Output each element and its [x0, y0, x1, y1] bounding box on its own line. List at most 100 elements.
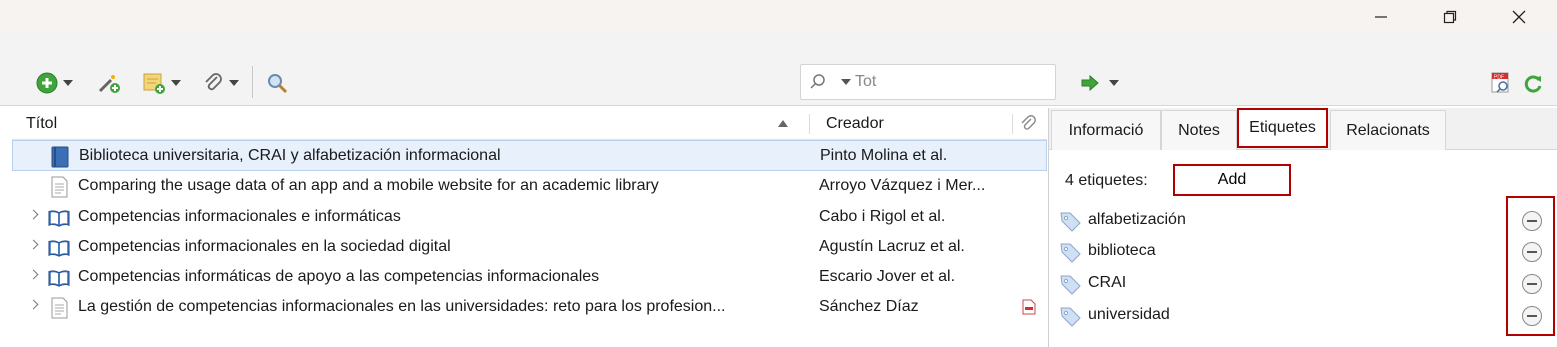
- sort-ascending-icon: [778, 120, 788, 127]
- column-attachments-header[interactable]: [1020, 115, 1036, 138]
- chevron-down-icon: [171, 80, 181, 86]
- column-divider[interactable]: [1012, 114, 1013, 134]
- expand-chevron-icon[interactable]: [28, 299, 39, 310]
- title-bar: [0, 0, 1557, 34]
- tag-label: biblioteca: [1088, 242, 1156, 259]
- expand-chevron-icon[interactable]: [28, 269, 39, 280]
- item-title: La gestión de competencias informacional…: [78, 298, 726, 315]
- open-book-icon: [48, 270, 70, 287]
- minus-icon: [1527, 315, 1537, 317]
- tag-item[interactable]: alfabetización: [1059, 206, 1549, 236]
- plus-circle-icon: [36, 72, 58, 94]
- magic-wand-icon: [98, 75, 120, 93]
- item-title: Comparing the usage data of an app and a…: [78, 177, 659, 194]
- table-row[interactable]: Competencias informáticas de apoyo a las…: [12, 262, 1047, 293]
- tab-info[interactable]: Informació: [1051, 110, 1161, 150]
- item-creator: Escario Jover et al.: [819, 268, 956, 285]
- chevron-down-icon: [63, 80, 73, 86]
- tab-related[interactable]: Relacionats: [1330, 110, 1446, 150]
- add-attachment-button[interactable]: [202, 70, 239, 96]
- svg-text:PDF: PDF: [1494, 75, 1504, 81]
- chevron-down-icon: [1109, 80, 1119, 86]
- table-row[interactable]: Competencias informacionales e informáti…: [12, 202, 1047, 233]
- remove-tag-buttons-group: [1506, 196, 1555, 336]
- item-title: Biblioteca universitaria, CRAI y alfabet…: [79, 147, 501, 164]
- remove-tag-button[interactable]: [1522, 211, 1542, 231]
- tags-count-label: 4 etiquetes:: [1065, 172, 1148, 189]
- add-tag-button[interactable]: Add: [1173, 164, 1291, 196]
- minus-icon: [1527, 251, 1537, 253]
- table-row[interactable]: Comparing the usage data of an app and a…: [12, 171, 1047, 202]
- open-book-icon: [48, 240, 70, 257]
- expand-chevron-icon[interactable]: [28, 239, 39, 250]
- table-row[interactable]: Competencias informacionales en la socie…: [12, 232, 1047, 263]
- minimize-button[interactable]: [1358, 0, 1404, 34]
- minus-icon: [1527, 220, 1537, 222]
- book-icon: [51, 146, 69, 168]
- minus-icon: [1527, 283, 1537, 285]
- new-note-button[interactable]: [142, 70, 181, 96]
- item-creator: Pinto Molina et al.: [820, 147, 948, 164]
- new-item-button[interactable]: [36, 70, 73, 96]
- item-creator: Cabo i Rigol et al.: [819, 208, 946, 225]
- table-row[interactable]: La gestión de competencias informacional…: [12, 292, 1047, 323]
- journal-article-icon: [51, 297, 68, 319]
- pdf-attachment[interactable]: [1022, 299, 1036, 320]
- sync-icon: [1524, 75, 1542, 93]
- search-placeholder: Tot: [855, 73, 877, 90]
- tag-item[interactable]: universidad: [1059, 301, 1549, 331]
- table-row[interactable]: Biblioteca universitaria, CRAI y alfabet…: [12, 140, 1047, 171]
- pdf-viewer-button[interactable]: PDF: [1490, 70, 1512, 96]
- item-title: Competencias informacionales en la socie…: [78, 238, 451, 255]
- tag-item[interactable]: CRAI: [1059, 269, 1549, 299]
- tag-icon: [1060, 212, 1081, 232]
- close-icon: [1512, 10, 1526, 24]
- magnifier-icon: [268, 74, 288, 94]
- restore-icon: [1443, 10, 1457, 24]
- sync-button[interactable]: [1522, 70, 1544, 96]
- column-title-header[interactable]: Títol: [26, 115, 57, 133]
- item-title: Competencias informacionales e informáti…: [78, 208, 401, 225]
- tab-tags[interactable]: Etiquetes: [1237, 108, 1328, 148]
- column-divider[interactable]: [809, 114, 810, 134]
- remove-tag-button[interactable]: [1522, 306, 1542, 326]
- add-by-identifier-button[interactable]: [96, 70, 120, 96]
- close-button[interactable]: [1496, 0, 1542, 34]
- item-creator: Agustín Lacruz et al.: [819, 238, 965, 255]
- tag-icon: [1060, 307, 1081, 327]
- note-add-icon: [143, 73, 165, 94]
- chevron-down-icon: [229, 80, 239, 86]
- column-creator-header[interactable]: Creador: [826, 115, 884, 133]
- search-icon: [810, 74, 825, 89]
- item-tabs: Informació Notes Etiquetes Relacionats: [1049, 108, 1557, 150]
- arrow-right-icon: [1081, 74, 1099, 92]
- toolbar: Tot PDF: [0, 34, 1557, 106]
- tag-item[interactable]: biblioteca: [1059, 237, 1549, 267]
- restore-button[interactable]: [1427, 0, 1473, 34]
- items-header: Títol Creador: [12, 108, 1047, 140]
- item-pane: Informació Notes Etiquetes Relacionats 4…: [1049, 108, 1557, 347]
- advanced-search-button[interactable]: [266, 70, 288, 96]
- paperclip-icon: [1021, 115, 1036, 130]
- tag-label: alfabetización: [1088, 211, 1186, 228]
- remove-tag-button[interactable]: [1522, 242, 1542, 262]
- item-title: Competencias informáticas de apoyo a las…: [78, 268, 600, 285]
- items-pane: Títol Creador Biblioteca universitaria, …: [12, 108, 1047, 347]
- search-field[interactable]: Tot: [800, 64, 1056, 100]
- remove-tag-button[interactable]: [1522, 274, 1542, 294]
- tab-notes[interactable]: Notes: [1161, 110, 1237, 150]
- expand-chevron-icon[interactable]: [28, 209, 39, 220]
- tag-icon: [1060, 275, 1081, 295]
- locate-button[interactable]: [1080, 70, 1119, 96]
- item-creator: Sánchez Díaz: [819, 298, 919, 315]
- item-creator: Arroyo Vázquez i Mer...: [819, 177, 986, 194]
- pdf-search-icon: PDF: [1491, 72, 1509, 93]
- paperclip-icon: [205, 73, 222, 91]
- open-book-icon: [48, 210, 70, 227]
- tag-icon: [1060, 243, 1081, 263]
- tag-label: universidad: [1088, 306, 1170, 323]
- journal-article-icon: [51, 176, 68, 198]
- search-mode-dropdown[interactable]: [841, 79, 851, 85]
- minimize-icon: [1375, 16, 1387, 18]
- pdf-icon: [1022, 299, 1036, 315]
